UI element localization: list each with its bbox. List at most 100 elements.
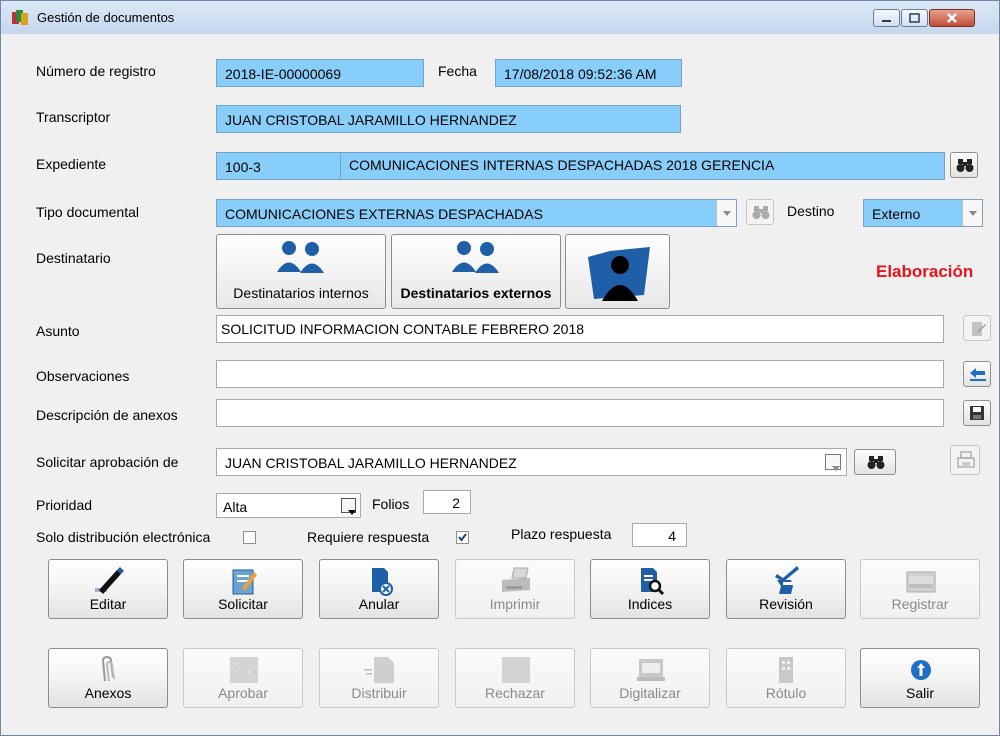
expediente-search-button[interactable] (950, 152, 978, 178)
revision-button[interactable]: Revisión (726, 559, 846, 619)
destinatarios-externos-button[interactable]: Destinatarios externos (391, 234, 561, 309)
asunto-label: Asunto (36, 323, 80, 339)
fecha-label: Fecha (438, 63, 477, 79)
registro-label: Número de registro (36, 63, 156, 79)
rechazar-button[interactable]: Rechazar (455, 648, 575, 708)
salir-button[interactable]: Salir (860, 648, 980, 708)
aprobacion-select[interactable]: JUAN CRISTOBAL JARAMILLO HERNANDEZ (216, 448, 847, 476)
anular-label: Anular (358, 596, 400, 612)
rechazar-label: Rechazar (485, 685, 545, 701)
solicitar-button[interactable]: Solicitar (183, 559, 303, 619)
editar-label: Editar (89, 596, 127, 612)
binoculars-icon (956, 159, 974, 172)
requiere-respuesta-checkbox[interactable] (456, 531, 469, 544)
digitalizar-button[interactable]: Digitalizar (590, 648, 710, 708)
aprobacion-print-button[interactable] (950, 445, 980, 475)
solo-distribucion-label: Solo distribución electrónica (36, 529, 211, 545)
binoculars-icon (752, 206, 770, 219)
tipo-documental-select[interactable]: COMUNICACIONES EXTERNAS DESPACHADAS (216, 199, 737, 227)
imprimir-button[interactable]: Imprimir (455, 559, 575, 619)
binoculars-icon (867, 456, 885, 469)
aprobacion-label: Solicitar aprobación de (36, 454, 179, 470)
fecha-field[interactable]: 17/08/2018 09:52:36 AM (495, 59, 682, 87)
aprobacion-search-button[interactable] (854, 449, 896, 475)
chevron-down-icon[interactable] (341, 498, 356, 515)
digitalizar-label: Digitalizar (619, 685, 681, 701)
users-icon (277, 241, 324, 273)
prioridad-select[interactable]: Alta (216, 493, 361, 518)
registrar-label: Registrar (891, 596, 949, 612)
plazo-respuesta-label: Plazo respuesta (511, 526, 612, 542)
reject-icon (502, 657, 530, 683)
indices-label: Indices (627, 596, 673, 612)
checkmark-icon (458, 533, 467, 542)
folios-input[interactable]: 2 (423, 490, 471, 514)
close-button[interactable] (929, 9, 975, 27)
distribuir-button[interactable]: Distribuir (319, 648, 439, 708)
paperclip-icon (101, 655, 115, 682)
user-folder-icon (588, 247, 650, 301)
observaciones-input[interactable] (216, 360, 944, 388)
cancel-document-icon (372, 568, 393, 596)
expediente-code-field[interactable]: 100-3 (216, 152, 341, 180)
edit-note-icon (972, 322, 986, 336)
close-icon (947, 13, 957, 23)
destino-value: Externo (872, 206, 921, 222)
anexos-save-button[interactable] (963, 400, 991, 426)
editar-button[interactable]: Editar (48, 559, 168, 619)
save-icon (970, 406, 984, 420)
anexos-label: Descripción de anexos (36, 407, 178, 423)
return-arrow-icon (970, 368, 986, 381)
review-check-icon (775, 566, 799, 594)
imprimir-label: Imprimir (489, 596, 541, 612)
aprobar-label: Aprobar (218, 685, 268, 701)
anular-button[interactable]: Anular (319, 559, 439, 619)
aprobacion-value: JUAN CRISTOBAL JARAMILLO HERNANDEZ (225, 455, 517, 471)
chevron-down-icon[interactable] (716, 200, 736, 226)
revision-label: Revisión (759, 596, 813, 612)
destino-select[interactable]: Externo (863, 199, 983, 227)
status-label: Elaboración (876, 262, 974, 281)
tipo-documental-label: Tipo documental (36, 204, 139, 220)
observaciones-return-button[interactable] (963, 361, 991, 387)
window-title: Gestión de documentos (37, 10, 175, 25)
distribute-icon (364, 657, 394, 683)
rotulo-button[interactable]: Rótulo (726, 648, 846, 708)
chevron-down-icon[interactable] (825, 454, 841, 471)
chevron-down-icon[interactable] (962, 200, 982, 226)
plazo-respuesta-input[interactable]: 4 (632, 523, 687, 547)
printer-icon (957, 451, 975, 468)
registrar-button[interactable]: Registrar (860, 559, 980, 619)
maximize-button[interactable] (901, 9, 928, 27)
indices-button[interactable]: Indices (590, 559, 710, 619)
transcriptor-label: Transcriptor (36, 109, 111, 125)
register-icon (906, 571, 936, 593)
asunto-input[interactable]: SOLICITUD INFORMACION CONTABLE FEBRERO 2… (216, 315, 944, 343)
destinatarios-internos-button[interactable]: Destinatarios internos (216, 234, 386, 309)
solo-distribucion-checkbox[interactable] (243, 531, 256, 544)
aprobar-button[interactable]: Aprobar (183, 648, 303, 708)
destinatarios-internos-label: Destinatarios internos (233, 285, 369, 301)
minimize-button[interactable] (873, 9, 900, 27)
app-icon (12, 10, 28, 25)
tipo-search-button[interactable] (746, 199, 774, 225)
salir-label: Salir (905, 685, 934, 701)
distribuir-label: Distribuir (351, 685, 407, 701)
expediente-name-field[interactable]: COMUNICACIONES INTERNAS DESPACHADAS 2018… (340, 152, 945, 180)
form-panel: Número de registro 2018-IE-00000069 Fech… (15, 34, 999, 734)
request-form-icon (232, 569, 257, 595)
destino-label: Destino (787, 203, 835, 219)
rotulo-label: Rótulo (765, 685, 807, 701)
anexos-input[interactable] (216, 399, 944, 427)
transcriptor-field[interactable]: JUAN CRISTOBAL JARAMILLO HERNANDEZ (216, 105, 681, 133)
pen-edit-icon (95, 567, 124, 594)
approve-icon (230, 657, 258, 683)
contact-folder-button[interactable] (565, 234, 670, 309)
minimize-icon (882, 20, 891, 22)
scanner-icon (637, 659, 665, 681)
asunto-edit-button[interactable] (963, 315, 991, 341)
registro-field[interactable]: 2018-IE-00000069 (216, 59, 424, 87)
prioridad-label: Prioridad (36, 497, 93, 513)
maximize-icon (909, 13, 920, 23)
anexos-button[interactable]: Anexos (48, 648, 168, 708)
